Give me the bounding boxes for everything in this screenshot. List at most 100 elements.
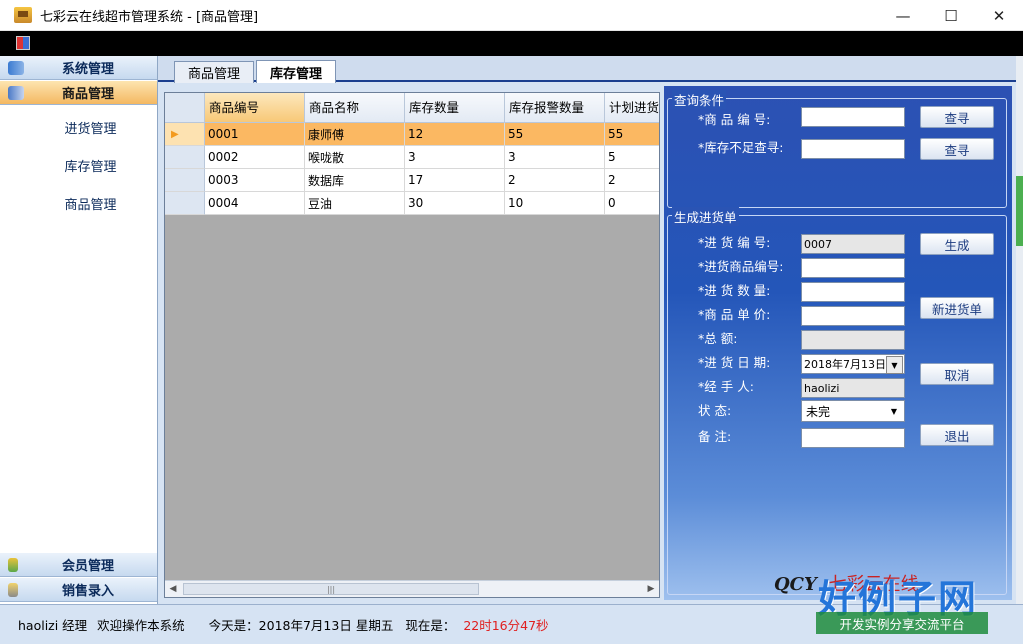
nav-section-products[interactable]: 商品管理 [0, 81, 157, 105]
label-order-no: *进 货 编 号: [698, 235, 771, 250]
new-order-button[interactable]: 新进货单 [920, 297, 994, 319]
nav-section-sales[interactable]: 销售录入 [0, 578, 157, 602]
label-note: 备 注: [698, 429, 732, 444]
label-date: *进 货 日 期: [698, 355, 771, 370]
date-picker[interactable]: 2018年7月13日 ▼ [801, 354, 905, 374]
column-header[interactable]: 库存数量 [405, 93, 505, 123]
cell-name: 豆油 [305, 192, 405, 215]
watermark-badge: 好例子网 开发实例分享交流平台 [812, 568, 990, 640]
nav-section-label: 商品管理 [62, 87, 115, 102]
member-icon [8, 557, 18, 572]
scroll-right-icon[interactable]: ▶ [643, 581, 659, 597]
cell-name: 数据库 [305, 169, 405, 192]
column-header[interactable]: 商品名称 [305, 93, 405, 123]
scroll-left-icon[interactable]: ◀ [165, 581, 181, 597]
menu-icon[interactable] [16, 36, 30, 50]
nav-item-inventory[interactable]: 库存管理 [0, 156, 157, 175]
nav-section-label: 会员管理 [62, 559, 115, 574]
status-clock: 22时16分47秒 [463, 618, 549, 633]
table-row[interactable]: ▶ 0001 康师傅 12 55 55 [165, 123, 659, 146]
cell-plan: 2 [605, 169, 659, 192]
close-button[interactable]: ✕ [975, 0, 1023, 31]
nav-item-products[interactable]: 商品管理 [0, 194, 157, 213]
query-short-button[interactable]: 查寻 [920, 138, 994, 160]
table-row[interactable]: 0004 豆油 30 10 0 [165, 192, 659, 215]
window-title: 七彩云在线超市管理系统 - [商品管理] [40, 9, 259, 25]
inventory-grid[interactable]: 商品编号 商品名称 库存数量 库存报警数量 计划进货 ▶ 0001 康师傅 12… [164, 92, 660, 598]
row-header [165, 192, 205, 215]
sales-icon [8, 582, 18, 597]
cell-id: 0004 [205, 192, 305, 215]
background-window-edge [1016, 56, 1023, 604]
status-today: 今天是：2018年7月13日 星期五 [208, 618, 394, 633]
calendar-dropdown-icon[interactable]: ▼ [886, 356, 903, 374]
cell-alarm: 10 [505, 192, 605, 215]
tab-inventory[interactable]: 库存管理 [256, 60, 336, 83]
status-select[interactable]: 未完 ▼ [801, 400, 905, 422]
status-value: 未完 [806, 404, 831, 419]
cancel-button[interactable]: 取消 [920, 363, 994, 385]
product-code-input[interactable] [801, 107, 905, 127]
total-input[interactable] [801, 330, 905, 350]
nav-section-label: 销售录入 [62, 584, 115, 599]
column-header[interactable]: 计划进货 [605, 93, 659, 123]
purchase-legend: 生成进货单 [672, 207, 739, 226]
query-legend: 查询条件 [672, 90, 727, 109]
label-price: *商 品 单 价: [698, 307, 771, 322]
label-status: 状 态: [698, 403, 732, 418]
chevron-down-icon: ▼ [890, 407, 898, 416]
nav-section-system[interactable]: 系统管理 [0, 56, 157, 80]
short-stock-input[interactable] [801, 139, 905, 159]
users-icon [8, 60, 24, 75]
query-button[interactable]: 查寻 [920, 106, 994, 128]
table-row[interactable]: 0002 喉咙散 3 3 5 [165, 146, 659, 169]
price-input[interactable] [801, 306, 905, 326]
title-bar: 七彩云在线超市管理系统 - [商品管理] — ☐ ✕ [0, 0, 1023, 31]
nav-section-members[interactable]: 会员管理 [0, 553, 157, 577]
date-value: 2018年7月13日 [804, 358, 886, 371]
order-no-input[interactable]: 0007 [801, 234, 905, 254]
scroll-thumb[interactable]: ||| [183, 583, 479, 595]
product-no-input[interactable] [801, 258, 905, 278]
select-all-corner[interactable] [165, 93, 205, 123]
label-product-no: *进货商品编号: [698, 259, 784, 274]
column-header[interactable]: 商品编号 [205, 93, 305, 123]
row-pointer-icon: ▶ [165, 123, 205, 146]
generate-button[interactable]: 生成 [920, 233, 994, 255]
cell-stock: 17 [405, 169, 505, 192]
status-welcome: 欢迎操作本系统 [97, 618, 185, 633]
window-controls: — ☐ ✕ [879, 0, 1023, 31]
nav-item-purchase[interactable]: 进货管理 [0, 118, 157, 137]
cell-plan: 0 [605, 192, 659, 215]
note-input[interactable] [801, 428, 905, 448]
cell-id: 0001 [205, 123, 305, 146]
watermark-tagline: 开发实例分享交流平台 [816, 612, 988, 634]
status-user: haolizi 经理 [18, 618, 88, 633]
form-panel: 查询条件 *商 品 编 号: 查寻 *库存不足查寻: 查寻 生成进货单 *进 货… [664, 86, 1012, 600]
minimize-button[interactable]: — [879, 0, 927, 31]
tab-products[interactable]: 商品管理 [174, 61, 254, 83]
cell-name: 康师傅 [305, 123, 405, 146]
nav-section-label: 系统管理 [62, 62, 115, 77]
grid-header: 商品编号 商品名称 库存数量 库存报警数量 计划进货 [165, 93, 659, 123]
main-panel: 商品管理 库存管理 商品编号 商品名称 库存数量 库存报警数量 计划进货 ▶ 0… [158, 56, 1016, 604]
cell-plan: 5 [605, 146, 659, 169]
package-icon [8, 85, 24, 100]
cell-alarm: 3 [505, 146, 605, 169]
tab-strip: 商品管理 库存管理 [158, 56, 1016, 83]
cell-alarm: 2 [505, 169, 605, 192]
exit-button[interactable]: 退出 [920, 424, 994, 446]
table-row[interactable]: 0003 数据库 17 2 2 [165, 169, 659, 192]
cell-id: 0002 [205, 146, 305, 169]
label-product-code: *商 品 编 号: [698, 112, 771, 127]
horizontal-scrollbar[interactable]: ◀ ||| ▶ [165, 580, 659, 597]
handler-input[interactable]: haolizi [801, 378, 905, 398]
cell-name: 喉咙散 [305, 146, 405, 169]
logo-abbr: QCY [774, 574, 817, 595]
maximize-button[interactable]: ☐ [927, 0, 975, 31]
cell-stock: 12 [405, 123, 505, 146]
cell-stock: 30 [405, 192, 505, 215]
column-header[interactable]: 库存报警数量 [505, 93, 605, 123]
qty-input[interactable] [801, 282, 905, 302]
cell-alarm: 55 [505, 123, 605, 146]
